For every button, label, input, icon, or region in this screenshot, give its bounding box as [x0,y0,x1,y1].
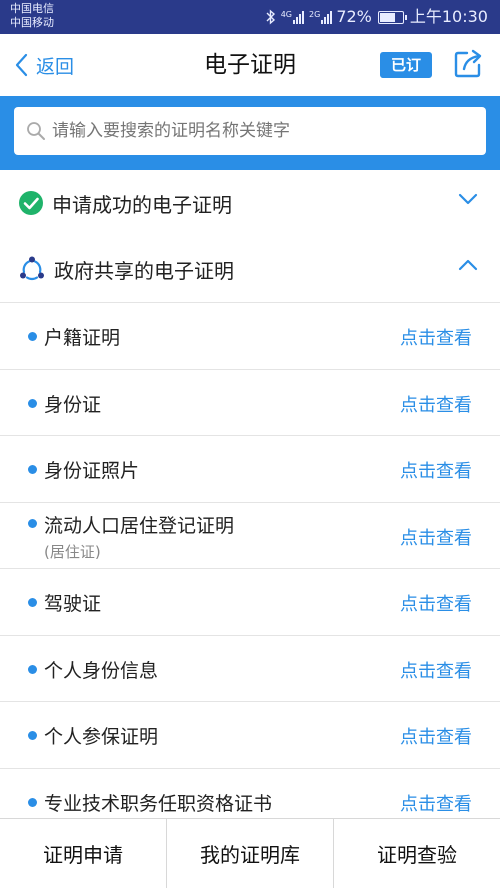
view-link[interactable]: 点击查看 [400,391,472,417]
list-item[interactable]: 驾驶证 点击查看 [0,568,500,635]
search-box[interactable] [14,107,486,155]
tab-my-certificates[interactable]: 我的证明库 [166,819,333,888]
list-item[interactable]: 户籍证明 点击查看 [0,302,500,369]
share-icon[interactable] [452,48,484,80]
item-name: 个人身份信息 [44,660,159,682]
section-applied-certificates[interactable]: 申请成功的电子证明 [0,170,500,236]
view-link[interactable]: 点击查看 [400,657,472,683]
view-link[interactable]: 点击查看 [400,590,472,616]
list-item[interactable]: 专业技术职务任职资格证书 点击查看 [0,768,500,818]
bullet-icon [28,598,37,607]
view-link[interactable]: 点击查看 [400,723,472,749]
bullet-icon [28,798,37,807]
section-shared-certificates[interactable]: 政府共享的电子证明 [0,236,500,302]
share-network-icon [20,256,44,281]
clock: 上午10:30 [409,7,488,26]
chevron-up-icon [458,259,478,271]
search-bar [0,96,500,170]
list-item[interactable]: 个人身份信息 点击查看 [0,635,500,701]
carrier-2: 中国移动 [10,16,54,29]
signal-icon-2: 2G [309,10,333,24]
carrier-info: 中国电信 中国移动 [10,2,54,30]
battery-icon [377,10,407,24]
battery-percent: 72% [336,7,372,26]
chevron-down-icon [458,193,478,205]
bullet-icon [28,465,37,474]
item-name: 户籍证明 [44,327,121,349]
subscribed-badge[interactable]: 已订 [380,52,432,78]
bullet-icon [28,665,37,674]
bottom-tab-bar: 证明申请 我的证明库 证明查验 [0,818,500,888]
certificate-list: 户籍证明 点击查看 身份证 点击查看 身份证照片 点击查看 流动人口居住登记证明… [0,302,500,818]
search-icon [27,122,45,140]
section-label: 申请成功的电子证明 [52,192,232,217]
carrier-1: 中国电信 [10,2,54,15]
item-name: 专业技术职务任职资格证书 [44,793,273,815]
tab-certificate-verify[interactable]: 证明查验 [333,819,500,888]
search-input[interactable] [52,121,472,141]
item-name: 驾驶证 [44,593,102,615]
bullet-icon [28,399,37,408]
status-bar: 中国电信 中国移动 4G 2G 72% 上午10:30 [0,0,500,34]
item-subtitle: (居住证) [44,543,101,561]
item-name: 个人参保证明 [44,726,159,748]
list-item[interactable]: 流动人口居住登记证明 (居住证) 点击查看 [0,502,500,568]
section-label: 政府共享的电子证明 [54,258,234,283]
bullet-icon [28,731,37,740]
signal-icon-1: 4G [280,10,305,24]
item-name: 流动人口居住登记证明 [44,515,235,537]
list-item[interactable]: 个人参保证明 点击查看 [0,701,500,768]
view-link[interactable]: 点击查看 [400,457,472,483]
tab-certificate-apply[interactable]: 证明申请 [0,819,166,888]
item-name: 身份证 [44,394,102,416]
view-link[interactable]: 点击查看 [400,524,472,550]
list-item[interactable]: 身份证照片 点击查看 [0,435,500,502]
item-name: 身份证照片 [44,460,140,482]
check-circle-icon [19,191,43,215]
nav-bar: 返回 电子证明 已订 [0,34,500,96]
bluetooth-icon [266,9,275,25]
network-type-1: 4G [280,10,293,19]
view-link[interactable]: 点击查看 [400,790,472,816]
list-item[interactable]: 身份证 点击查看 [0,369,500,435]
network-type-2: 2G [309,10,321,19]
bullet-icon [28,332,37,341]
bullet-icon [28,519,37,528]
view-link[interactable]: 点击查看 [400,324,472,350]
status-indicators: 4G 2G 72% 上午10:30 [266,7,488,27]
